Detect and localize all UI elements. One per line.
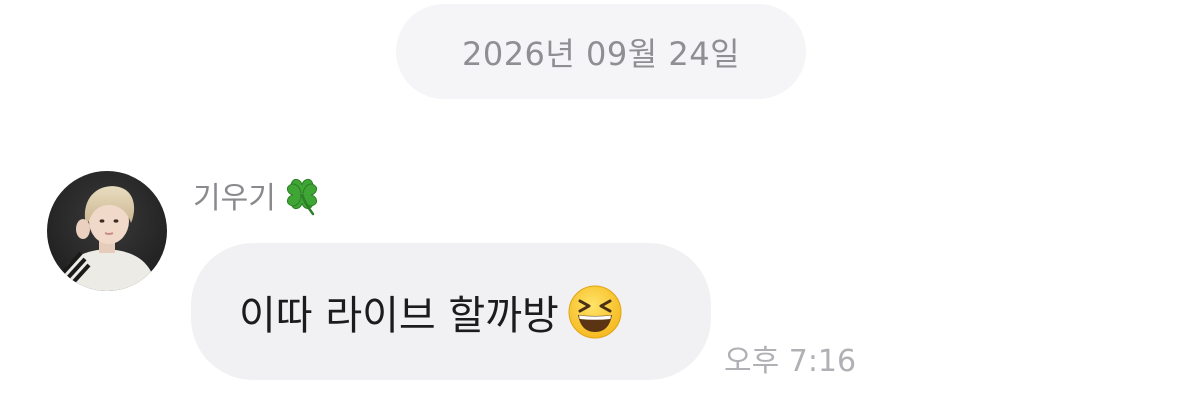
sender-name: 기우기 — [193, 181, 276, 216]
sender-row: 기우기 — [193, 172, 324, 218]
avatar[interactable] — [47, 171, 167, 291]
date-separator: 2026년 09월 24일 — [396, 4, 806, 99]
four-leaf-clover-icon — [286, 178, 317, 216]
message-timestamp: 오후 7:16 — [724, 344, 857, 379]
message-text: 이따 라이브 할까방 — [239, 292, 559, 339]
message-bubble[interactable]: 이따 라이브 할까방 — [191, 243, 711, 380]
avatar-image — [47, 171, 167, 291]
date-separator-label: 2026년 09월 24일 — [461, 34, 741, 73]
grinning-squinting-face-icon — [568, 285, 622, 338]
